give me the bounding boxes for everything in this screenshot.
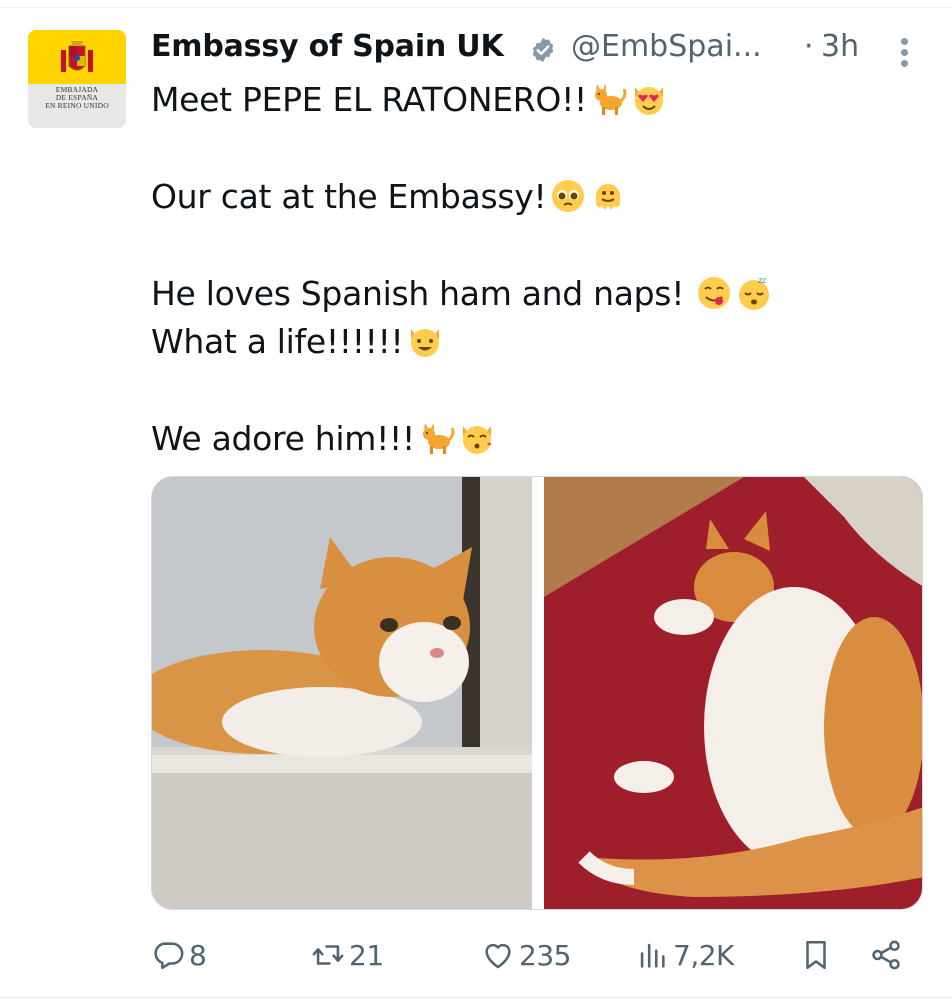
cat-photo-sleeping-sofa[interactable] bbox=[544, 477, 922, 909]
cat-emoji-icon bbox=[594, 83, 627, 115]
tweet-line: What a life!!!!!! bbox=[151, 318, 931, 366]
more-options-icon[interactable] bbox=[895, 36, 915, 70]
cat-photo-left-image bbox=[152, 477, 532, 909]
coat-of-arms-icon bbox=[61, 41, 93, 72]
reply-button[interactable]: 8 bbox=[151, 930, 207, 980]
tweet-line-text: Meet PEPE EL RATONERO!! bbox=[151, 80, 587, 119]
tweet-body: Meet PEPE EL RATONERO!! Our cat at the E… bbox=[151, 76, 931, 463]
like-button[interactable]: 235 bbox=[481, 930, 571, 980]
share-button[interactable] bbox=[869, 930, 903, 980]
heart-eyes-cat-emoji-icon bbox=[634, 86, 663, 115]
reply-count: 8 bbox=[189, 938, 207, 972]
repost-button[interactable]: 21 bbox=[311, 930, 384, 980]
tweet-line: He loves Spanish ham and naps! zz bbox=[151, 270, 931, 318]
pleading-face-emoji-icon bbox=[552, 179, 585, 212]
cat-photo-window-sill[interactable] bbox=[152, 477, 532, 909]
melting-face-emoji-icon bbox=[596, 183, 621, 209]
share-icon bbox=[872, 940, 900, 970]
separator-dot: · bbox=[804, 29, 814, 64]
tweet-header: Embassy of Spain UK @EmbSpai... · 3h bbox=[151, 24, 941, 74]
views-count: 7,2K bbox=[673, 938, 734, 972]
heart-icon bbox=[485, 943, 511, 969]
reply-icon bbox=[154, 942, 184, 970]
verified-badge-icon[interactable] bbox=[529, 36, 557, 64]
avatar-caption-line: EN REINO UNIDO bbox=[45, 101, 109, 110]
author-name[interactable]: Embassy of Spain UK bbox=[151, 29, 504, 64]
author-handle[interactable]: @EmbSpai... bbox=[571, 29, 762, 64]
tweet-line-text: What a life!!!!!! bbox=[151, 322, 404, 361]
cat-photo-right-image bbox=[544, 477, 922, 909]
profile-avatar[interactable]: EMBAJADA DE ESPAÑA EN REINO UNIDO bbox=[28, 30, 126, 128]
tweet-actions: 8 21 235 7,2K bbox=[151, 930, 921, 980]
grinning-cat-emoji-icon bbox=[411, 328, 440, 357]
tweet-line: Our cat at the Embassy! bbox=[151, 173, 931, 221]
tweet-line-text: He loves Spanish ham and naps! bbox=[151, 274, 685, 313]
retweet-icon bbox=[312, 945, 344, 965]
repost-count: 21 bbox=[349, 938, 384, 972]
bottom-divider bbox=[0, 997, 952, 998]
svg-text:zz: zz bbox=[758, 276, 766, 285]
media-gallery bbox=[151, 476, 923, 910]
bookmark-button[interactable] bbox=[799, 930, 833, 980]
cat-emoji-icon bbox=[422, 422, 455, 454]
views-button[interactable]: 7,2K bbox=[635, 930, 734, 980]
tweet-line-text: Our cat at the Embassy! bbox=[151, 177, 547, 216]
tweet-line-text: We adore him!!! bbox=[151, 419, 415, 458]
yum-face-emoji-icon bbox=[698, 276, 731, 309]
like-count: 235 bbox=[519, 938, 571, 972]
kissing-cat-emoji-icon bbox=[462, 425, 491, 454]
bookmark-icon bbox=[806, 940, 826, 970]
tweet-line: We adore him!!! bbox=[151, 415, 931, 463]
sleeping-face-emoji-icon: zz bbox=[739, 276, 770, 310]
avatar-caption: EMBAJADA DE ESPAÑA EN REINO UNIDO bbox=[28, 86, 126, 110]
tweet-line: Meet PEPE EL RATONERO!! bbox=[151, 76, 931, 124]
top-divider bbox=[0, 0, 952, 8]
timestamp[interactable]: 3h bbox=[821, 29, 859, 64]
views-chart-icon bbox=[640, 943, 665, 968]
